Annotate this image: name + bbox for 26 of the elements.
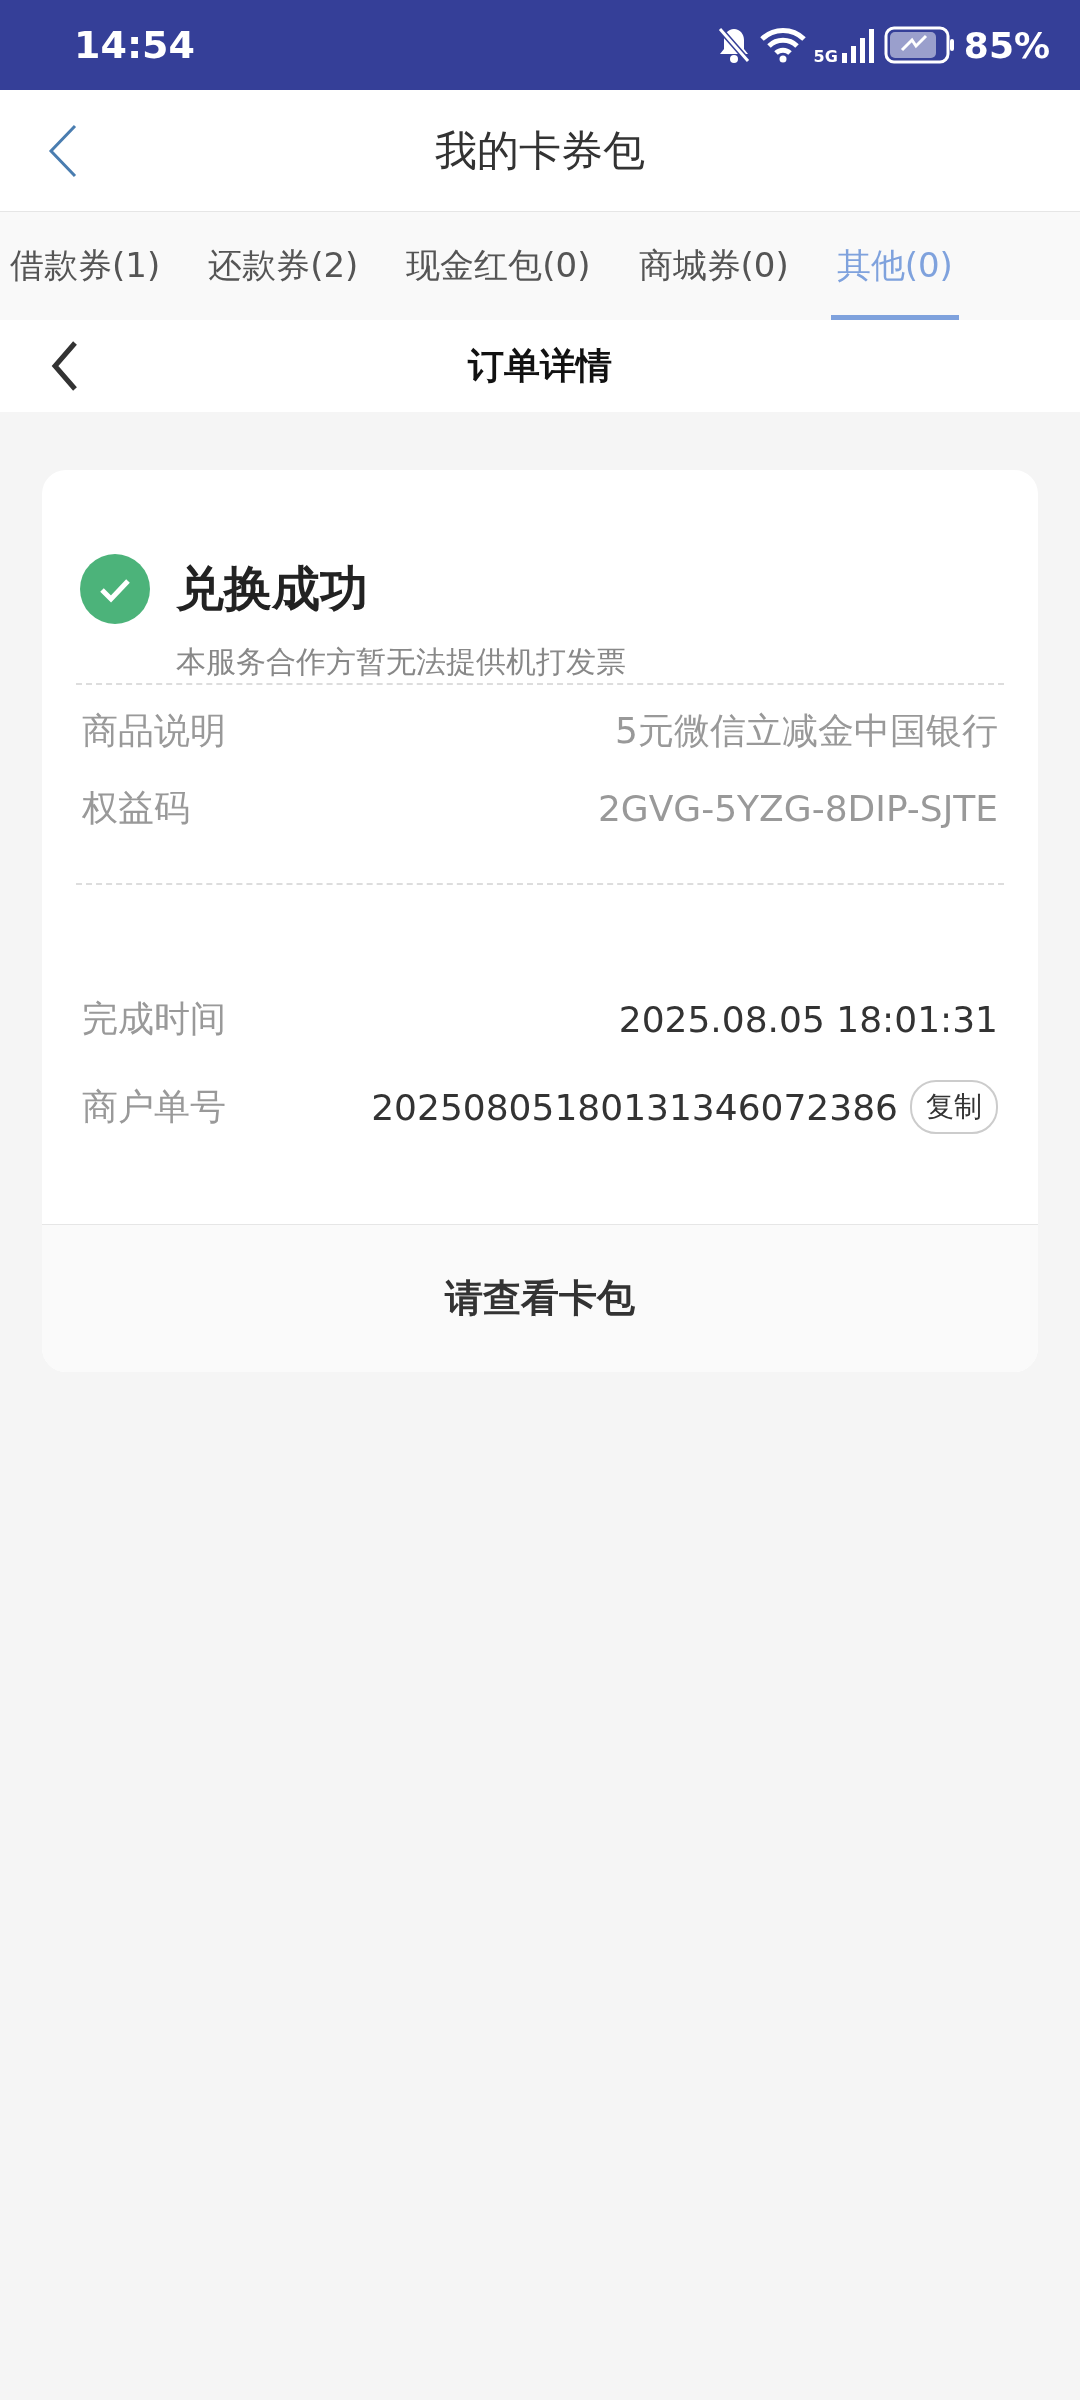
field-value: 20250805180131346072386	[371, 1086, 898, 1128]
tab[interactable]: 还款券(2)	[202, 212, 365, 320]
tab[interactable]: 借款券(1)	[4, 212, 167, 320]
page-title: 我的卡券包	[435, 124, 645, 177]
tab[interactable]: 商城券(0)	[632, 212, 795, 320]
field-label: 权益码	[82, 786, 190, 830]
field-value: 2GVG-5YZG-8DIP-SJTE	[597, 788, 998, 829]
field-label: 商户单号	[82, 1084, 226, 1129]
field-value: 5元微信立减金中国银行	[615, 709, 998, 753]
result-note: 本服务合作方暂无法提供机打发票	[175, 643, 627, 681]
field-value: 2025.08.05 18:01:31	[618, 999, 998, 1040]
field-label: 完成时间	[82, 997, 226, 1041]
battery-level: 85%	[963, 24, 1050, 66]
battery-icon	[883, 26, 956, 64]
view-wallet-button[interactable]: 请查看卡包	[42, 1224, 1038, 1372]
wifi-icon	[759, 27, 806, 63]
back-icon[interactable]	[50, 340, 78, 392]
success-check-icon	[80, 554, 150, 624]
tab[interactable]: 现金红包(0)	[400, 212, 597, 320]
network-label: 5G	[813, 46, 838, 66]
field-label: 商品说明	[82, 709, 226, 753]
signal-icon	[841, 27, 876, 63]
result-title: 兑换成功	[176, 559, 368, 618]
page-title: 订单详情	[468, 343, 612, 388]
copy-button[interactable]: 复制	[910, 1080, 998, 1134]
clock: 14:54	[74, 23, 195, 67]
